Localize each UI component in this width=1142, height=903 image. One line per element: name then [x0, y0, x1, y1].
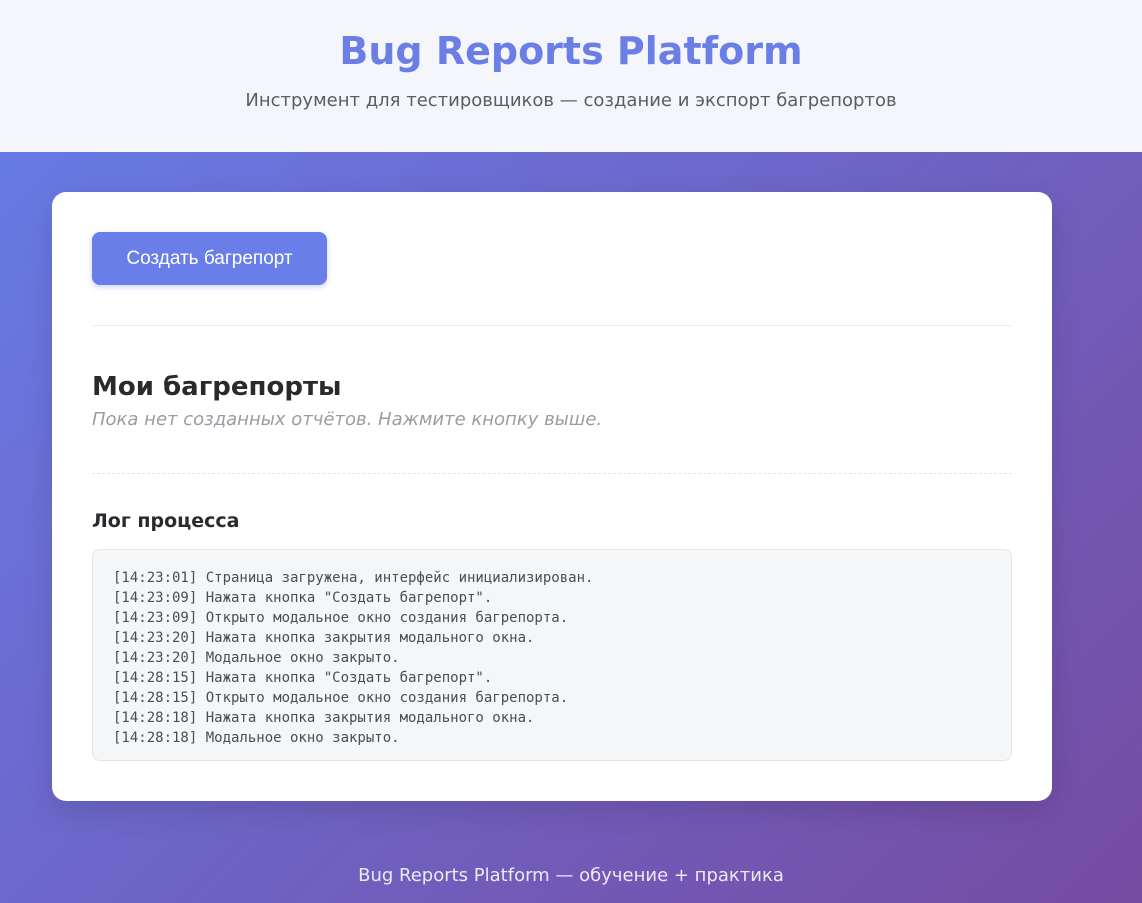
- log-line: [14:23:20] Модальное окно закрыто.: [113, 650, 400, 666]
- log-section-title: Лог процесса: [92, 510, 240, 532]
- log-line: [14:23:09] Нажата кнопка "Создать багреп…: [113, 590, 493, 606]
- log-line: [14:28:15] Открыто модальное окно создан…: [113, 690, 569, 706]
- log-line: [14:23:09] Открыто модальное окно создан…: [113, 610, 569, 626]
- page-footer: Bug Reports Platform — обучение + практи…: [358, 865, 784, 886]
- reports-empty-message: Пока нет созданных отчётов. Нажмите кноп…: [92, 409, 603, 430]
- page-header: Bug Reports Platform Инструмент для тест…: [0, 0, 1142, 152]
- page-title: Bug Reports Platform: [339, 29, 803, 73]
- reports-section-title: Мои багрепорты: [92, 372, 342, 402]
- log-line: [14:28:18] Нажата кнопка закрытия модаль…: [113, 710, 535, 726]
- main-card: Создать багрепорт Мои багрепорты Пока не…: [52, 192, 1052, 801]
- section-divider-dashed: [92, 473, 1012, 474]
- create-bug-report-button[interactable]: Создать багрепорт: [92, 232, 327, 285]
- log-line: [14:28:18] Модальное окно закрыто.: [113, 730, 400, 746]
- log-line: [14:23:20] Нажата кнопка закрытия модаль…: [113, 630, 535, 646]
- page-subtitle: Инструмент для тестировщиков — создание …: [245, 90, 897, 111]
- log-line: [14:28:15] Нажата кнопка "Создать багреп…: [113, 670, 493, 686]
- log-line: [14:23:01] Страница загружена, интерфейс…: [113, 570, 594, 586]
- process-log[interactable]: [14:23:01] Страница загружена, интерфейс…: [92, 549, 1012, 761]
- section-divider: [92, 325, 1012, 326]
